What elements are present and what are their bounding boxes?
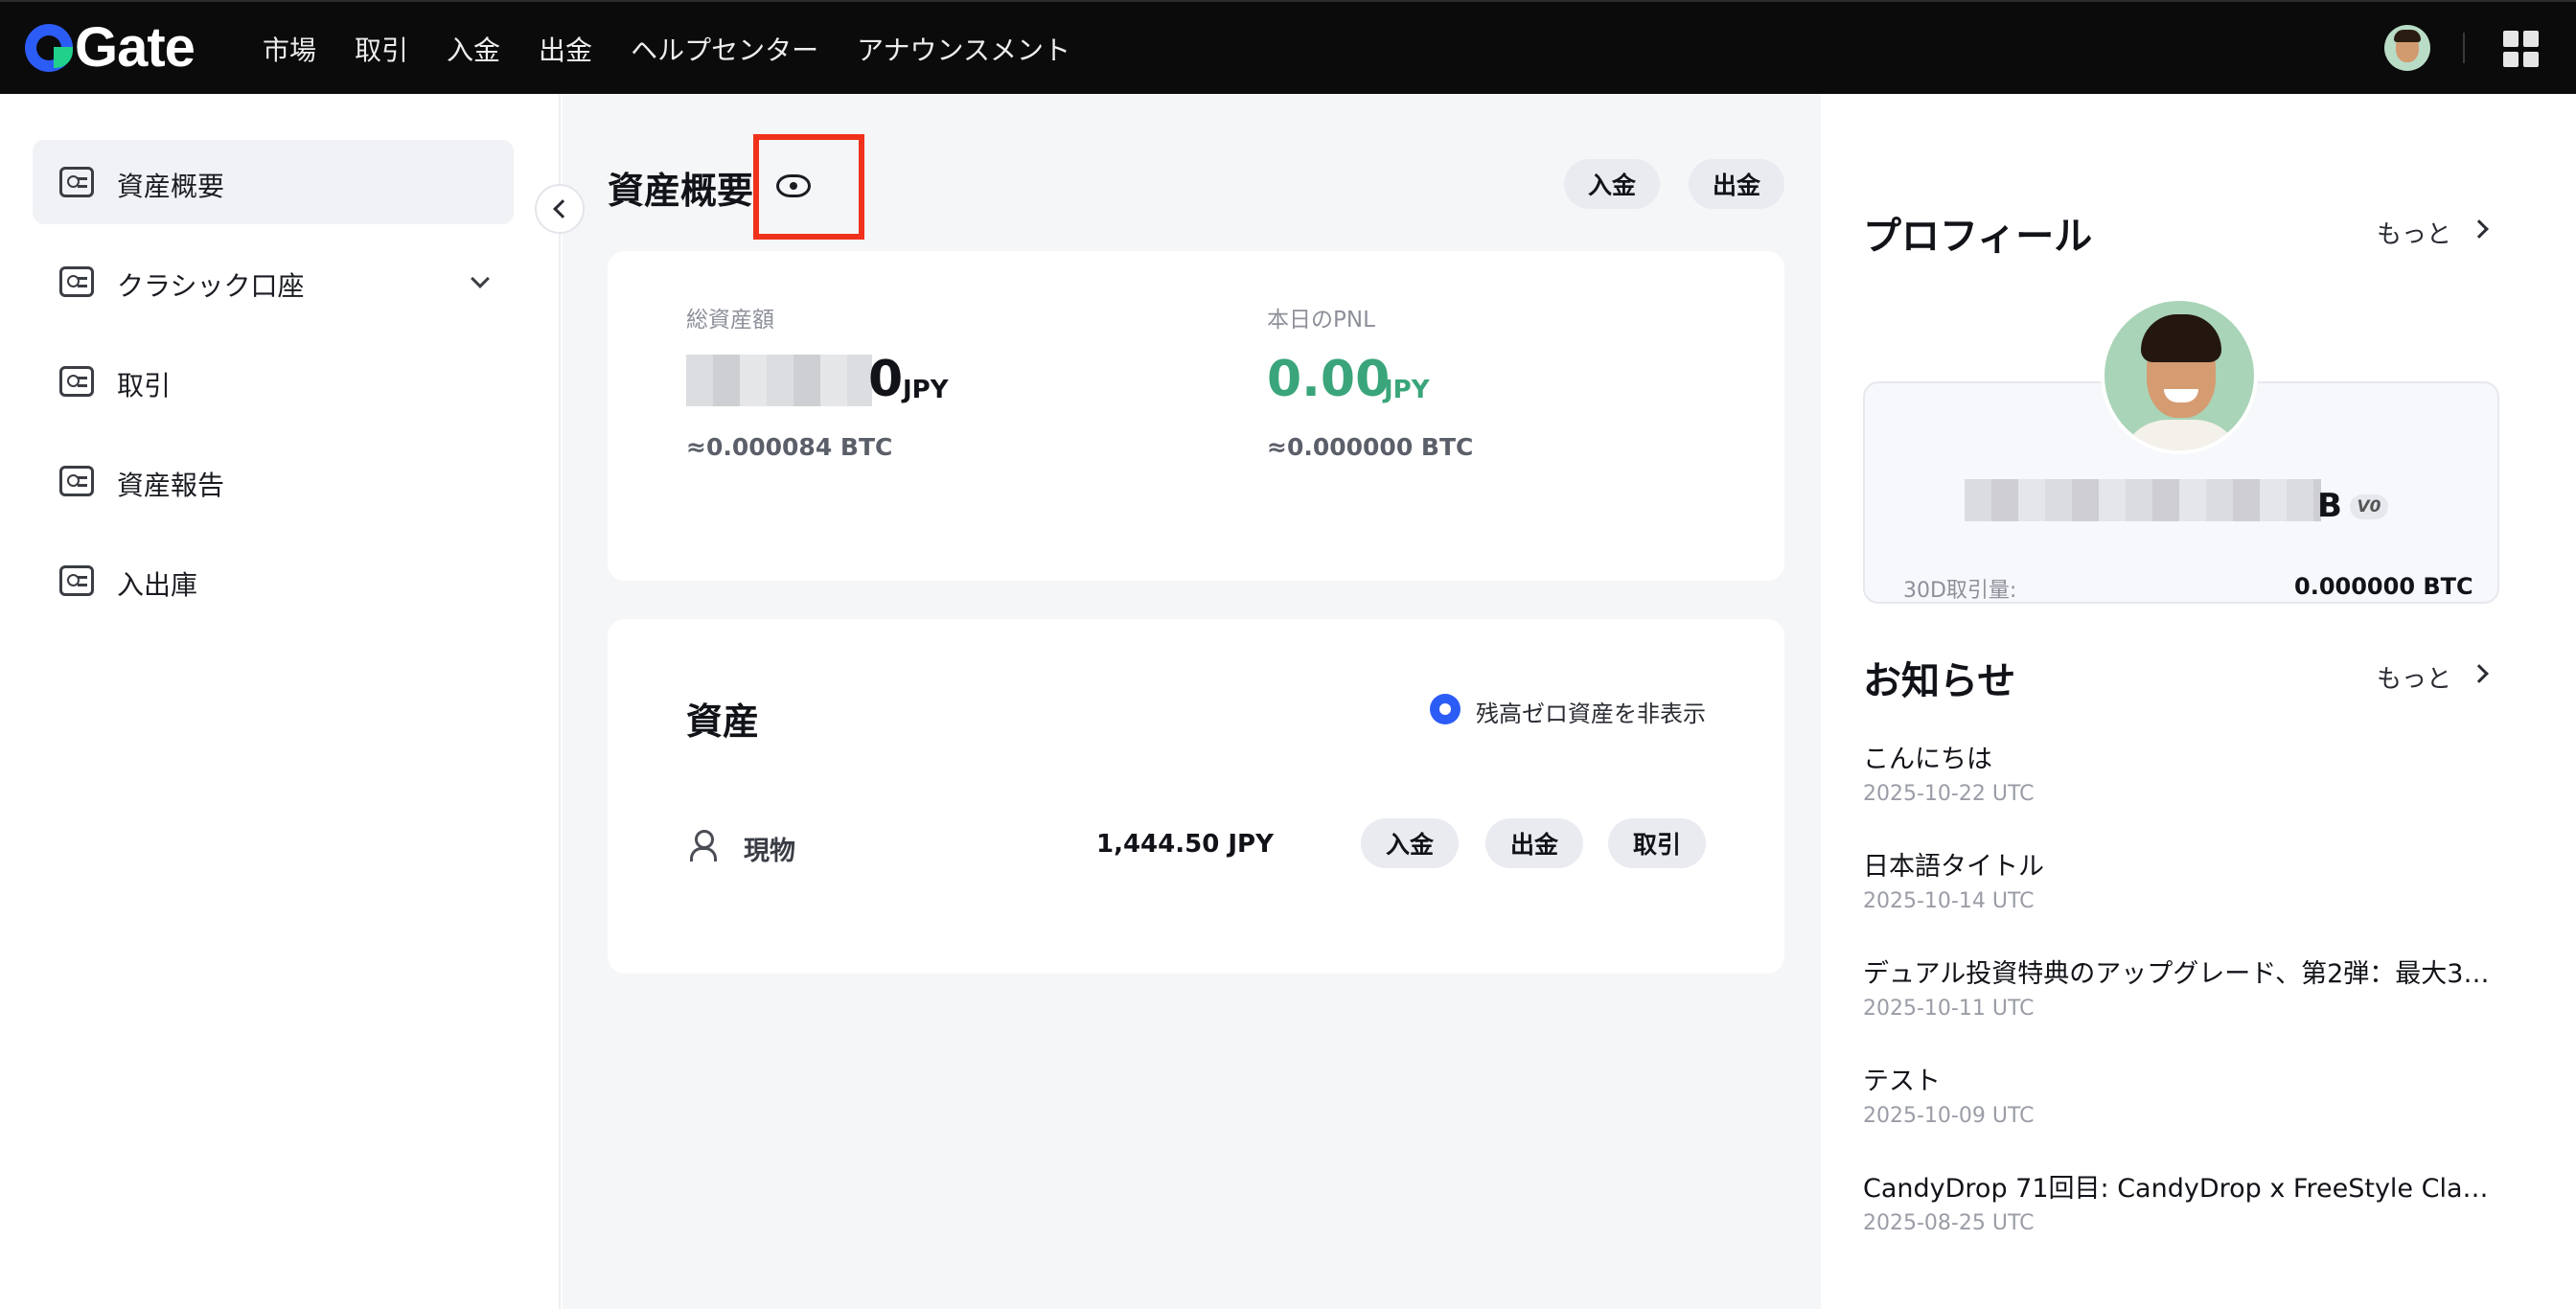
- pnl-value: 0.00: [1267, 351, 1391, 408]
- pnl-btc: ≈0.000000 BTC: [1267, 433, 1474, 461]
- news-item-title[interactable]: デュアル投資特典のアップグレード、第2弾：最大3,...: [1863, 953, 2496, 990]
- profile-title: プロフィール: [1863, 215, 2093, 259]
- gate-logo[interactable]: Gate: [25, 16, 196, 79]
- vip-badge: V0: [2350, 494, 2388, 519]
- volume-label: 30D取引量:: [1903, 579, 2017, 603]
- user-icon: [690, 830, 719, 861]
- report-icon: [59, 466, 94, 496]
- nav-deposit[interactable]: 入金: [447, 30, 500, 68]
- sidebar-item-classic-account[interactable]: クラシック口座: [33, 240, 514, 324]
- news-item-date: 2025-10-09 UTC: [1863, 1104, 2035, 1128]
- pnl-label: 本日のPNL: [1267, 308, 1375, 333]
- news-item-date: 2025-10-14 UTC: [1863, 889, 2035, 913]
- nav-help-center[interactable]: ヘルプセンター: [631, 30, 818, 68]
- user-avatar[interactable]: [2384, 25, 2430, 71]
- nav-withdraw[interactable]: 出金: [539, 30, 592, 68]
- spot-trade-button[interactable]: 取引: [1608, 818, 1706, 868]
- news-item-title[interactable]: CandyDrop 71回目: CandyDrop x FreeStyle Cl…: [1863, 1167, 2496, 1205]
- hide-zero-radio[interactable]: [1430, 694, 1460, 724]
- sidebar-item-label: 資産概要: [117, 171, 225, 202]
- chevron-down-icon: [471, 269, 490, 288]
- news-item-date: 2025-08-25 UTC: [1863, 1211, 2035, 1235]
- assets-card: [608, 619, 1784, 974]
- sidebar: 資産概要 クラシック口座 取引 資産報告 入出庫: [0, 94, 561, 1309]
- total-assets-unit: JPY: [903, 376, 949, 404]
- sidebar-item-label: 取引: [117, 370, 172, 402]
- sidebar-item-deposit-withdraw[interactable]: 入出庫: [33, 539, 514, 623]
- news-more-link[interactable]: もっと: [2377, 659, 2451, 695]
- news-item-date: 2025-10-11 UTC: [1863, 997, 2035, 1021]
- main-nav: 市場 取引 入金 出金 ヘルプセンター アナウンスメント: [263, 2, 1109, 96]
- gate-logo-icon: [25, 24, 73, 72]
- header-withdraw-button[interactable]: 出金: [1689, 159, 1784, 209]
- spot-account-label: 現物: [744, 837, 795, 866]
- news-title: お知らせ: [1863, 659, 2016, 703]
- total-assets-value: 0: [868, 351, 904, 408]
- highlight-box: [753, 134, 864, 240]
- news-item-date: 2025-10-22 UTC: [1863, 782, 2035, 806]
- account-card-icon: [59, 266, 94, 297]
- spot-withdraw-button[interactable]: 出金: [1485, 818, 1583, 868]
- volume-value: 0.000000 BTC: [2294, 573, 2473, 600]
- nav-trade[interactable]: 取引: [355, 30, 408, 68]
- sidebar-item-asset-overview[interactable]: 資産概要: [33, 140, 514, 224]
- news-item-title[interactable]: テスト: [1863, 1060, 2496, 1097]
- profile-more-link[interactable]: もっと: [2377, 215, 2451, 250]
- sidebar-item-label: クラシック口座: [117, 270, 305, 302]
- username-tail: B: [2317, 487, 2342, 525]
- top-divider: [2463, 33, 2465, 63]
- page-title: 資産概要: [608, 170, 754, 212]
- header-deposit-button[interactable]: 入金: [1564, 159, 1660, 209]
- chevron-left-icon: [553, 199, 572, 218]
- gate-logo-text: Gate: [75, 16, 196, 79]
- redacted-total-value: [686, 355, 872, 406]
- profile-avatar: [2101, 297, 2258, 454]
- id-card-icon: [59, 167, 94, 197]
- balance-card: [608, 251, 1784, 581]
- nav-markets[interactable]: 市場: [263, 30, 316, 68]
- total-assets-label: 総資産額: [686, 308, 774, 333]
- spot-deposit-button[interactable]: 入金: [1361, 818, 1459, 868]
- history-clock-icon: [59, 565, 94, 596]
- spot-account-value: 1,444.50 JPY: [1096, 830, 1274, 859]
- sidebar-item-label: 入出庫: [117, 569, 198, 601]
- collapse-sidebar-button[interactable]: [535, 184, 585, 234]
- assets-title: 資産: [686, 700, 760, 743]
- sidebar-item-asset-report[interactable]: 資産報告: [33, 439, 514, 523]
- total-assets-btc: ≈0.000084 BTC: [686, 433, 893, 461]
- news-item-title[interactable]: こんにちは: [1863, 738, 2496, 775]
- sidebar-item-label: 資産報告: [117, 470, 225, 501]
- redacted-username: [1965, 479, 2321, 521]
- sidebar-item-trade[interactable]: 取引: [33, 339, 514, 424]
- top-navigation-bar: Gate 市場 取引 入金 出金 ヘルプセンター アナウンスメント: [0, 0, 2576, 94]
- trade-doc-icon: [59, 366, 94, 397]
- news-item-title[interactable]: 日本語タイトル: [1863, 845, 2496, 883]
- hide-zero-label[interactable]: 残高ゼロ資産を非表示: [1476, 695, 1706, 728]
- nav-announcements[interactable]: アナウンスメント: [857, 30, 1070, 68]
- app-grid-icon[interactable]: [2503, 31, 2540, 67]
- pnl-unit: JPY: [1384, 376, 1430, 404]
